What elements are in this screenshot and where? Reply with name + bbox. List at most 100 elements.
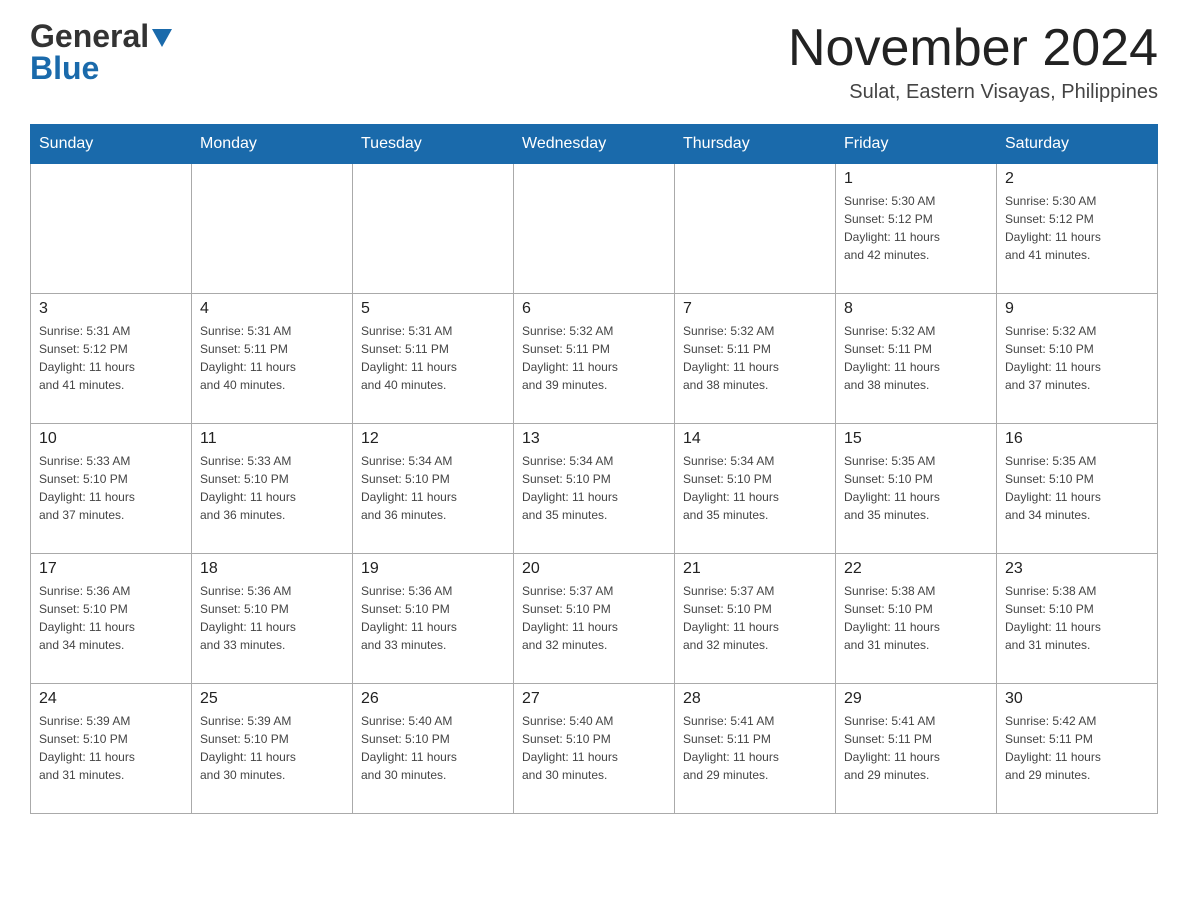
day-cell: 19 Sunrise: 5:36 AM Sunset: 5:10 PM Dayli… <box>353 554 514 684</box>
calendar-table: SundayMondayTuesdayWednesdayThursdayFrid… <box>30 124 1158 814</box>
day-number: 30 <box>1005 690 1149 708</box>
day-number: 24 <box>39 690 183 708</box>
day-info: Sunrise: 5:35 AM Sunset: 5:10 PM Dayligh… <box>844 452 988 524</box>
day-cell: 7 Sunrise: 5:32 AM Sunset: 5:11 PM Daylig… <box>675 294 836 424</box>
day-info: Sunrise: 5:41 AM Sunset: 5:11 PM Dayligh… <box>844 712 988 784</box>
logo-blue-text: Blue <box>30 52 99 84</box>
day-info: Sunrise: 5:32 AM Sunset: 5:11 PM Dayligh… <box>844 322 988 394</box>
day-cell: 22 Sunrise: 5:38 AM Sunset: 5:10 PM Dayli… <box>836 554 997 684</box>
column-header-tuesday: Tuesday <box>353 125 514 164</box>
day-cell: 25 Sunrise: 5:39 AM Sunset: 5:10 PM Dayli… <box>192 684 353 814</box>
day-number: 6 <box>522 300 666 318</box>
week-row-1: 1 Sunrise: 5:30 AM Sunset: 5:12 PM Daylig… <box>31 164 1158 294</box>
day-info: Sunrise: 5:32 AM Sunset: 5:10 PM Dayligh… <box>1005 322 1149 394</box>
day-number: 2 <box>1005 170 1149 188</box>
day-cell: 10Sunrise: 5:33 AM Sunset: 5:10 PM Dayli… <box>31 424 192 554</box>
day-cell: 29 Sunrise: 5:41 AM Sunset: 5:11 PM Dayli… <box>836 684 997 814</box>
day-cell: 12Sunrise: 5:34 AM Sunset: 5:10 PM Dayli… <box>353 424 514 554</box>
day-cell: 9 Sunrise: 5:32 AM Sunset: 5:10 PM Daylig… <box>997 294 1158 424</box>
day-cell: 4 Sunrise: 5:31 AM Sunset: 5:11 PM Daylig… <box>192 294 353 424</box>
column-header-sunday: Sunday <box>31 125 192 164</box>
day-cell <box>353 164 514 294</box>
day-number: 12 <box>361 430 505 448</box>
day-info: Sunrise: 5:36 AM Sunset: 5:10 PM Dayligh… <box>361 582 505 654</box>
day-cell: 2 Sunrise: 5:30 AM Sunset: 5:12 PM Daylig… <box>997 164 1158 294</box>
day-cell: 21 Sunrise: 5:37 AM Sunset: 5:10 PM Dayli… <box>675 554 836 684</box>
day-cell: 6 Sunrise: 5:32 AM Sunset: 5:11 PM Daylig… <box>514 294 675 424</box>
day-number: 28 <box>683 690 827 708</box>
week-row-4: 17Sunrise: 5:36 AM Sunset: 5:10 PM Dayli… <box>31 554 1158 684</box>
day-number: 25 <box>200 690 344 708</box>
day-cell: 17Sunrise: 5:36 AM Sunset: 5:10 PM Dayli… <box>31 554 192 684</box>
column-header-wednesday: Wednesday <box>514 125 675 164</box>
day-info: Sunrise: 5:30 AM Sunset: 5:12 PM Dayligh… <box>844 192 988 264</box>
day-cell <box>675 164 836 294</box>
day-cell: 15 Sunrise: 5:35 AM Sunset: 5:10 PM Dayli… <box>836 424 997 554</box>
day-number: 8 <box>844 300 988 318</box>
day-number: 15 <box>844 430 988 448</box>
day-cell <box>514 164 675 294</box>
day-number: 9 <box>1005 300 1149 318</box>
day-number: 10 <box>39 430 183 448</box>
day-cell: 30 Sunrise: 5:42 AM Sunset: 5:11 PM Dayli… <box>997 684 1158 814</box>
day-number: 16 <box>1005 430 1149 448</box>
day-info: Sunrise: 5:42 AM Sunset: 5:11 PM Dayligh… <box>1005 712 1149 784</box>
day-number: 14 <box>683 430 827 448</box>
column-header-saturday: Saturday <box>997 125 1158 164</box>
day-cell: 16Sunrise: 5:35 AM Sunset: 5:10 PM Dayli… <box>997 424 1158 554</box>
day-info: Sunrise: 5:39 AM Sunset: 5:10 PM Dayligh… <box>200 712 344 784</box>
day-info: Sunrise: 5:37 AM Sunset: 5:10 PM Dayligh… <box>522 582 666 654</box>
day-cell: 13 Sunrise: 5:34 AM Sunset: 5:10 PM Dayli… <box>514 424 675 554</box>
day-info: Sunrise: 5:36 AM Sunset: 5:10 PM Dayligh… <box>200 582 344 654</box>
day-number: 18 <box>200 560 344 578</box>
column-header-friday: Friday <box>836 125 997 164</box>
day-info: Sunrise: 5:34 AM Sunset: 5:10 PM Dayligh… <box>683 452 827 524</box>
day-info: Sunrise: 5:31 AM Sunset: 5:11 PM Dayligh… <box>200 322 344 394</box>
day-info: Sunrise: 5:40 AM Sunset: 5:10 PM Dayligh… <box>361 712 505 784</box>
day-cell: 24 Sunrise: 5:39 AM Sunset: 5:10 PM Dayli… <box>31 684 192 814</box>
day-number: 13 <box>522 430 666 448</box>
day-number: 29 <box>844 690 988 708</box>
week-row-5: 24 Sunrise: 5:39 AM Sunset: 5:10 PM Dayli… <box>31 684 1158 814</box>
day-info: Sunrise: 5:38 AM Sunset: 5:10 PM Dayligh… <box>1005 582 1149 654</box>
day-info: Sunrise: 5:33 AM Sunset: 5:10 PM Dayligh… <box>200 452 344 524</box>
day-cell: 27Sunrise: 5:40 AM Sunset: 5:10 PM Dayli… <box>514 684 675 814</box>
day-cell: 23Sunrise: 5:38 AM Sunset: 5:10 PM Dayli… <box>997 554 1158 684</box>
subtitle: Sulat, Eastern Visayas, Philippines <box>788 81 1158 104</box>
day-info: Sunrise: 5:36 AM Sunset: 5:10 PM Dayligh… <box>39 582 183 654</box>
day-number: 1 <box>844 170 988 188</box>
day-info: Sunrise: 5:32 AM Sunset: 5:11 PM Dayligh… <box>522 322 666 394</box>
day-info: Sunrise: 5:40 AM Sunset: 5:10 PM Dayligh… <box>522 712 666 784</box>
day-cell: 26Sunrise: 5:40 AM Sunset: 5:10 PM Dayli… <box>353 684 514 814</box>
day-info: Sunrise: 5:39 AM Sunset: 5:10 PM Dayligh… <box>39 712 183 784</box>
day-number: 3 <box>39 300 183 318</box>
day-cell: 28Sunrise: 5:41 AM Sunset: 5:11 PM Dayli… <box>675 684 836 814</box>
day-number: 7 <box>683 300 827 318</box>
day-info: Sunrise: 5:38 AM Sunset: 5:10 PM Dayligh… <box>844 582 988 654</box>
day-cell: 8 Sunrise: 5:32 AM Sunset: 5:11 PM Daylig… <box>836 294 997 424</box>
day-number: 11 <box>200 430 344 448</box>
day-cell: 14 Sunrise: 5:34 AM Sunset: 5:10 PM Dayli… <box>675 424 836 554</box>
logo-general-text: General <box>30 20 149 52</box>
day-cell: 11 Sunrise: 5:33 AM Sunset: 5:10 PM Dayli… <box>192 424 353 554</box>
day-number: 19 <box>361 560 505 578</box>
day-cell: 20 Sunrise: 5:37 AM Sunset: 5:10 PM Dayli… <box>514 554 675 684</box>
day-number: 4 <box>200 300 344 318</box>
day-info: Sunrise: 5:32 AM Sunset: 5:11 PM Dayligh… <box>683 322 827 394</box>
day-info: Sunrise: 5:31 AM Sunset: 5:12 PM Dayligh… <box>39 322 183 394</box>
day-number: 20 <box>522 560 666 578</box>
column-header-monday: Monday <box>192 125 353 164</box>
day-number: 21 <box>683 560 827 578</box>
day-number: 22 <box>844 560 988 578</box>
day-info: Sunrise: 5:31 AM Sunset: 5:11 PM Dayligh… <box>361 322 505 394</box>
page-header: General Blue November 2024 Sulat, Easter… <box>30 20 1158 104</box>
logo-triangle-icon <box>152 29 172 47</box>
day-cell <box>31 164 192 294</box>
day-info: Sunrise: 5:30 AM Sunset: 5:12 PM Dayligh… <box>1005 192 1149 264</box>
month-title: November 2024 <box>788 20 1158 77</box>
week-row-2: 3 Sunrise: 5:31 AM Sunset: 5:12 PM Daylig… <box>31 294 1158 424</box>
day-info: Sunrise: 5:37 AM Sunset: 5:10 PM Dayligh… <box>683 582 827 654</box>
day-cell: 3 Sunrise: 5:31 AM Sunset: 5:12 PM Daylig… <box>31 294 192 424</box>
week-row-3: 10 Sunrise: 5:33 AM Sunset: 5:10 PM Dayli… <box>31 424 1158 554</box>
day-info: Sunrise: 5:34 AM Sunset: 5:10 PM Dayligh… <box>522 452 666 524</box>
